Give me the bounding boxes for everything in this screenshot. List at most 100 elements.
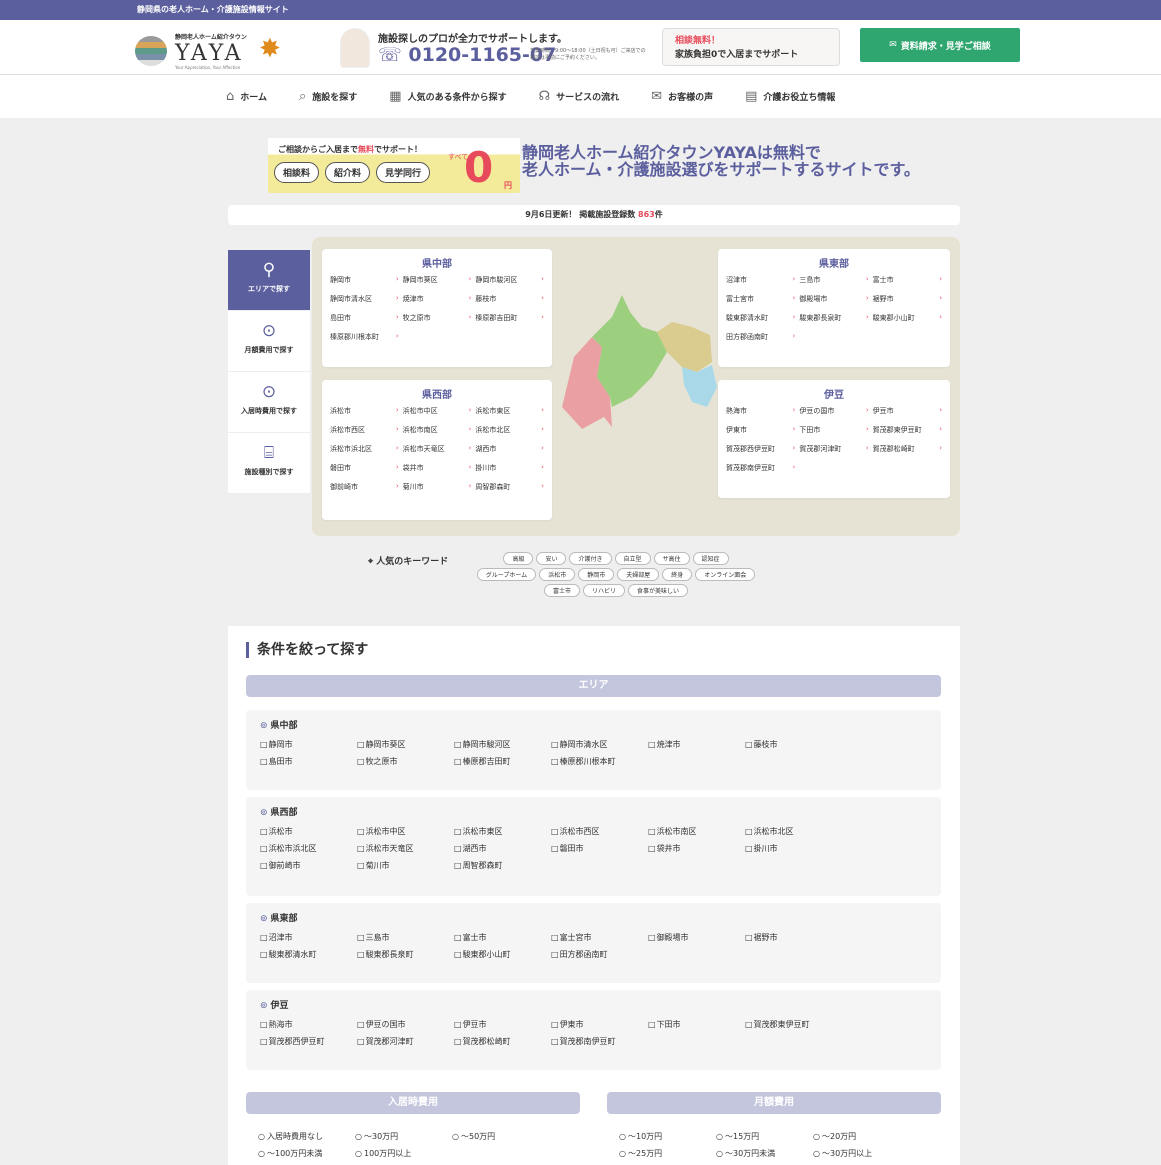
site-logo[interactable]: 静岡老人ホーム紹介タウン YAYA Your Appreciation, You…: [135, 30, 295, 70]
area-checkbox[interactable]: 御殿場市: [648, 932, 745, 943]
area-checkbox[interactable]: 御前崎市: [260, 860, 357, 871]
area-checkbox[interactable]: 浜松市北区: [745, 826, 842, 837]
area-checkbox[interactable]: 静岡市葵区: [357, 739, 454, 750]
city-link[interactable]: 駿東郡長泉町: [799, 313, 868, 323]
city-link[interactable]: 静岡市清水区: [330, 294, 399, 304]
area-checkbox[interactable]: 榛原郡吉田町: [454, 756, 551, 767]
tab-area[interactable]: ⚲ エリアで探す: [228, 250, 310, 311]
city-link[interactable]: 静岡市駿河区: [475, 275, 544, 285]
keyword-tag[interactable]: サ高住: [653, 552, 690, 565]
area-checkbox[interactable]: 賀茂郡東伊豆町: [745, 1019, 842, 1030]
keyword-tag[interactable]: 高級: [503, 552, 534, 565]
area-checkbox[interactable]: 賀茂郡南伊豆町: [551, 1036, 648, 1047]
keyword-tag[interactable]: 食事が美味しい: [628, 584, 689, 597]
keyword-tag[interactable]: 浜松市: [539, 568, 576, 581]
area-checkbox[interactable]: 浜松市南区: [648, 826, 745, 837]
area-checkbox[interactable]: 静岡市: [260, 739, 357, 750]
area-checkbox[interactable]: 袋井市: [648, 843, 745, 854]
area-checkbox[interactable]: 賀茂郡河津町: [357, 1036, 454, 1047]
keyword-tag[interactable]: 富士市: [543, 584, 580, 597]
keyword-tag[interactable]: 自立型: [614, 552, 651, 565]
area-checkbox[interactable]: 湖西市: [454, 843, 551, 854]
nav-home[interactable]: ⌂ ホーム: [226, 89, 267, 104]
entry-cost-radio[interactable]: 〜30万円: [355, 1131, 452, 1142]
city-link[interactable]: 牧之原市: [403, 313, 472, 323]
city-link[interactable]: 富士市: [873, 275, 942, 285]
city-link[interactable]: 浜松市東区: [475, 406, 544, 416]
area-checkbox[interactable]: 掛川市: [745, 843, 842, 854]
area-checkbox[interactable]: 浜松市西区: [551, 826, 648, 837]
city-link[interactable]: 周智郡森町: [475, 482, 544, 492]
city-link[interactable]: 駿東郡清水町: [726, 313, 795, 323]
area-checkbox[interactable]: 駿東郡長泉町: [357, 949, 454, 960]
city-link[interactable]: 裾野市: [873, 294, 942, 304]
city-link[interactable]: 賀茂郡東伊豆町: [873, 425, 942, 435]
area-checkbox[interactable]: 静岡市清水区: [551, 739, 648, 750]
city-link[interactable]: 熱海市: [726, 406, 795, 416]
city-link[interactable]: 浜松市南区: [403, 425, 472, 435]
city-link[interactable]: 榛原郡吉田町: [475, 313, 544, 323]
tab-monthly-cost[interactable]: ⊙ 月額費用で探す: [228, 311, 310, 372]
area-checkbox[interactable]: 浜松市: [260, 826, 357, 837]
city-link[interactable]: 磐田市: [330, 463, 399, 473]
area-checkbox[interactable]: 駿東郡小山町: [454, 949, 551, 960]
city-link[interactable]: 袋井市: [403, 463, 472, 473]
city-link[interactable]: 藤枝市: [475, 294, 544, 304]
area-checkbox[interactable]: 浜松市東区: [454, 826, 551, 837]
city-link[interactable]: 島田市: [330, 313, 399, 323]
map-region-izu[interactable]: [682, 365, 717, 407]
nav-search[interactable]: ⌕ 施設を探す: [299, 89, 357, 104]
city-link[interactable]: 伊豆の国市: [799, 406, 868, 416]
entry-cost-radio[interactable]: 〜50万円: [452, 1131, 549, 1142]
city-link[interactable]: 静岡市: [330, 275, 399, 285]
city-link[interactable]: 焼津市: [403, 294, 472, 304]
city-link[interactable]: 伊豆市: [873, 406, 942, 416]
keyword-tag[interactable]: 夫婦部屋: [617, 568, 660, 581]
keyword-tag[interactable]: 静岡市: [578, 568, 615, 581]
keyword-tag[interactable]: オンライン面会: [695, 568, 756, 581]
city-link[interactable]: 掛川市: [475, 463, 544, 473]
city-link[interactable]: 浜松市西区: [330, 425, 399, 435]
entry-cost-radio[interactable]: 100万円以上: [355, 1148, 452, 1159]
keyword-tag[interactable]: 介護付き: [569, 552, 612, 565]
city-link[interactable]: 菊川市: [403, 482, 472, 492]
area-checkbox[interactable]: 裾野市: [745, 932, 842, 943]
area-checkbox[interactable]: 賀茂郡松崎町: [454, 1036, 551, 1047]
nav-service-flow[interactable]: ☊ サービスの流れ: [539, 89, 620, 104]
city-link[interactable]: 富士宮市: [726, 294, 795, 304]
area-checkbox[interactable]: 伊豆市: [454, 1019, 551, 1030]
city-link[interactable]: 浜松市天竜区: [403, 444, 472, 454]
nav-customer-voices[interactable]: ✉ お客様の声: [651, 89, 713, 104]
city-link[interactable]: 伊東市: [726, 425, 795, 435]
free-consult-banner[interactable]: 相談無料！ 家族負担0で入居までサポート: [662, 28, 840, 66]
phone-contact[interactable]: 施設探しのプロが全力でサポートします。 ☏ 0120-1165-07 営業時間：…: [340, 28, 660, 72]
city-link[interactable]: 駿東郡小山町: [873, 313, 942, 323]
city-link[interactable]: 賀茂郡河津町: [799, 444, 868, 454]
entry-cost-radio[interactable]: 〜100万円未満: [258, 1148, 355, 1159]
monthly-cost-radio[interactable]: 〜20万円: [813, 1131, 910, 1142]
area-checkbox[interactable]: 榛原郡川根本町: [551, 756, 648, 767]
area-checkbox[interactable]: 浜松市中区: [357, 826, 454, 837]
area-checkbox[interactable]: 駿東郡清水町: [260, 949, 357, 960]
entry-cost-radio[interactable]: 入居時費用なし: [258, 1131, 355, 1142]
area-checkbox[interactable]: 伊豆の国市: [357, 1019, 454, 1030]
area-checkbox[interactable]: 富士市: [454, 932, 551, 943]
area-checkbox[interactable]: 島田市: [260, 756, 357, 767]
area-checkbox[interactable]: 藤枝市: [745, 739, 842, 750]
keyword-tag[interactable]: 終身: [662, 568, 693, 581]
area-checkbox[interactable]: 周智郡森町: [454, 860, 551, 871]
monthly-cost-radio[interactable]: 〜25万円: [619, 1148, 716, 1159]
city-link[interactable]: 賀茂郡松崎町: [873, 444, 942, 454]
request-materials-button[interactable]: ✉ 資料請求・見学ご相談: [860, 28, 1020, 62]
city-link[interactable]: 静岡市葵区: [403, 275, 472, 285]
monthly-cost-radio[interactable]: 〜15万円: [716, 1131, 813, 1142]
area-checkbox[interactable]: 熱海市: [260, 1019, 357, 1030]
keyword-tag[interactable]: 認知症: [692, 552, 729, 565]
city-link[interactable]: 榛原郡川根本町: [330, 332, 399, 342]
area-checkbox[interactable]: 富士宮市: [551, 932, 648, 943]
keyword-tag[interactable]: リハビリ: [582, 584, 625, 597]
area-checkbox[interactable]: 賀茂郡西伊豆町: [260, 1036, 357, 1047]
area-checkbox[interactable]: 伊東市: [551, 1019, 648, 1030]
tab-facility-type[interactable]: ⌸ 施設種別で探す: [228, 433, 310, 494]
city-link[interactable]: 田方郡函南町: [726, 332, 795, 342]
